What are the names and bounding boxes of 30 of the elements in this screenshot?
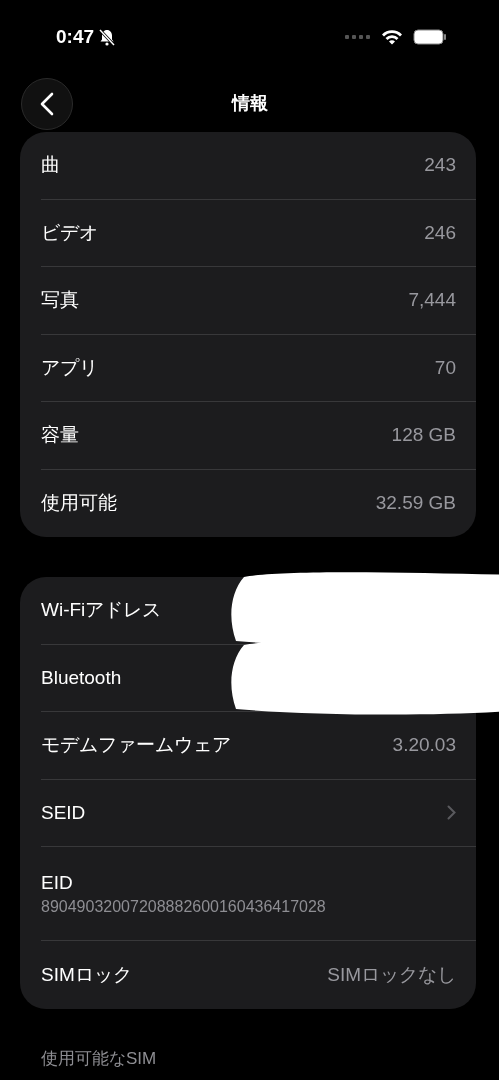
row-label: 曲 [41, 153, 60, 178]
row-label: 写真 [41, 288, 79, 313]
signal-icon [345, 35, 371, 39]
row-label: 容量 [41, 423, 79, 448]
row-value: 89049032007208882600160436417028 [41, 897, 327, 916]
battery-icon [413, 29, 447, 45]
row-value: 243 [424, 154, 456, 177]
row-label: ビデオ [41, 220, 98, 245]
row-label[interactable]: SEID [41, 801, 86, 824]
chevron-left-icon [40, 92, 54, 116]
row-value: 70 [434, 356, 456, 379]
row-value: SIMロックなし [327, 962, 456, 987]
row-label: EID [41, 871, 74, 894]
row-label: SIMロック [41, 962, 132, 987]
row-value: 3.20.03 [392, 734, 456, 757]
section-header: 使用可能なSIM [41, 1047, 158, 1070]
row-label: モデムファームウェア [41, 733, 231, 758]
row-value: 128 GB [391, 424, 456, 447]
wifi-icon [381, 29, 403, 45]
row-value: 32.59 GB [375, 492, 456, 515]
row-label: 使用可能 [41, 491, 117, 516]
page-title: 情報 [231, 92, 268, 115]
row-label: Wi-Fiアドレス [41, 598, 162, 623]
row-label: アプリ [41, 355, 98, 380]
row-value: 7,444 [408, 289, 456, 312]
row-value: 246 [424, 221, 456, 244]
chevron-right-icon[interactable] [447, 805, 456, 821]
status-time: 0:47 [56, 26, 95, 48]
back-button[interactable] [21, 78, 73, 130]
row-label: Bluetooth [41, 666, 122, 689]
